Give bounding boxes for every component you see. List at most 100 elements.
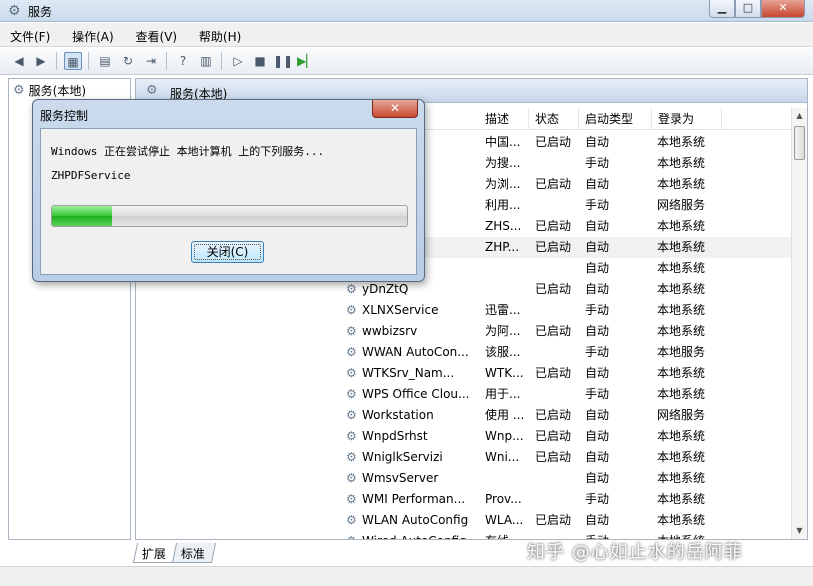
watermark: 知乎 @心如止水的岳阿菲 [527, 542, 743, 563]
column-header-logon-as[interactable]: 登录为 [652, 108, 722, 130]
cell-description: Wni... [485, 450, 520, 464]
cell-logon-as: 本地系统 [657, 177, 706, 191]
cell-status: 已启动 [535, 219, 572, 233]
cell-startup-type: 自动 [585, 429, 610, 443]
cell-name: WTKSrv_Nam... [362, 366, 455, 380]
service-gear-icon: ⚙ [346, 534, 357, 539]
toolbar-divider [166, 52, 167, 70]
cell-logon-as: 本地系统 [657, 282, 706, 296]
cell-description: 迅雷... [485, 303, 521, 317]
cell-startup-type: 自动 [585, 324, 610, 338]
cell-startup-type: 自动 [585, 450, 610, 464]
cell-startup-type: 手动 [585, 198, 610, 212]
table-row[interactable]: ⚙ WTKSrv_Nam... WTK... 已启动 自动 本地系统 [346, 363, 796, 384]
cell-startup-type: 自动 [585, 240, 610, 254]
window-title: 服务 [28, 5, 53, 19]
start-service-icon[interactable]: ▷ [229, 52, 247, 70]
cell-startup-type: 手动 [585, 387, 610, 401]
cell-status: 已启动 [535, 429, 572, 443]
service-gear-icon: ⚙ [346, 387, 357, 401]
table-row[interactable]: ⚙ wwbizsrv 为阿... 已启动 自动 本地系统 [346, 321, 796, 342]
column-header-startup-type[interactable]: 启动类型 [579, 108, 652, 130]
cell-description: 用于... [485, 387, 521, 401]
cell-description: 有线... [485, 531, 531, 539]
menu-action[interactable]: 操作(A) [62, 23, 122, 45]
maximize-button[interactable]: □ [735, 0, 761, 18]
table-row[interactable]: ⚙ WPS Office Clou... 用于... 手动 本地系统 [346, 384, 796, 405]
refresh-icon[interactable]: ↻ [119, 52, 137, 70]
cell-startup-type: 自动 [585, 135, 610, 149]
show-hide-action-pane-icon[interactable]: ▥ [197, 52, 215, 70]
table-row[interactable]: ⚙ Workstation 使用 ... 已启动 自动 网络服务 [346, 405, 796, 426]
help-icon[interactable]: ? [174, 52, 192, 70]
toolbar: ◀ ▶ ▦ ▤ ↻ ⇥ ? ▥ ▷ ■ ❚❚ ▶▏ [0, 48, 813, 75]
menu-bar: 文件(F) 操作(A) 查看(V) 帮助(H) [0, 23, 813, 47]
minimize-button[interactable]: ▁ [709, 0, 735, 18]
gear-icon: ⚙ [146, 83, 158, 98]
restart-service-icon[interactable]: ▶▏ [297, 52, 315, 70]
table-row[interactable]: ⚙ WnpdSrhst Wnp... 已启动 自动 本地系统 [346, 426, 796, 447]
cell-startup-type: 手动 [585, 303, 610, 317]
cell-startup-type: 手动 [585, 156, 610, 170]
properties-sheet-icon[interactable]: ▤ [96, 52, 114, 70]
tree-item-label: 服务(本地) [28, 84, 87, 98]
table-row[interactable]: ⚙ WmsvServer 自动 本地系统 [346, 468, 796, 489]
cell-description: ZHS... [485, 219, 522, 233]
cell-logon-as: 本地系统 [657, 219, 706, 233]
toolbar-divider [88, 52, 89, 70]
cell-description: Wnp... [485, 429, 524, 443]
cell-name: XLNXService [362, 303, 439, 317]
cell-startup-type: 手动 [585, 345, 610, 359]
cell-logon-as: 本地系统 [657, 156, 706, 170]
cell-description: 利用... [485, 198, 521, 212]
back-arrow-icon[interactable]: ◀ [10, 52, 28, 70]
cell-logon-as: 本地系统 [657, 324, 706, 338]
menu-file[interactable]: 文件(F) [0, 23, 58, 45]
column-header-status[interactable]: 状态 [529, 108, 579, 130]
close-window-button[interactable]: ✕ [761, 0, 805, 18]
vertical-scrollbar[interactable]: ▲ ▼ [791, 108, 807, 539]
dialog-close-c-button[interactable]: 关闭(C) [191, 241, 264, 263]
scroll-thumb[interactable] [794, 126, 805, 160]
table-row[interactable]: ⚙ yDnZtQ 已启动 自动 本地系统 [346, 279, 796, 300]
cell-startup-type: 自动 [585, 282, 610, 296]
service-gear-icon: ⚙ [346, 303, 357, 317]
menu-view[interactable]: 查看(V) [126, 23, 186, 45]
cell-description: 为阿... [485, 324, 521, 338]
view-tabs: 扩展 标准 [132, 543, 217, 565]
scroll-down-arrow-icon[interactable]: ▼ [792, 523, 807, 539]
cell-description: WTK... [485, 366, 524, 380]
export-list-icon[interactable]: ⇥ [142, 52, 160, 70]
forward-arrow-icon[interactable]: ▶ [32, 52, 50, 70]
cell-name: wwbizsrv [362, 324, 418, 338]
menu-help[interactable]: 帮助(H) [189, 23, 249, 45]
pause-service-icon[interactable]: ❚❚ [273, 52, 293, 70]
service-gear-icon: ⚙ [346, 366, 357, 380]
services-gear-icon: ⚙ [8, 3, 21, 19]
table-row[interactable]: ⚙ WLAN AutoConfig WLA... 已启动 自动 本地系统 [346, 510, 796, 531]
cell-status: 已启动 [535, 366, 572, 380]
cell-startup-type: 自动 [585, 219, 610, 233]
cell-description: 中国... [485, 135, 521, 149]
show-console-tree-icon[interactable]: ▦ [64, 52, 82, 70]
cell-status: 已启动 [535, 240, 572, 254]
tab-standard[interactable]: 标准 [171, 543, 217, 563]
cell-logon-as: 本地系统 [657, 261, 706, 275]
scroll-up-arrow-icon[interactable]: ▲ [792, 108, 807, 124]
tree-item-services-local[interactable]: ⚙ 服务(本地) [13, 82, 86, 99]
table-row[interactable]: ⚙ WMI Performan... Prov... 手动 本地系统 [346, 489, 796, 510]
service-gear-icon: ⚙ [346, 429, 357, 443]
stop-service-icon[interactable]: ■ [251, 52, 269, 70]
table-row[interactable]: ⚙ WniglkServizi Wni... 已启动 自动 本地系统 [346, 447, 796, 468]
service-gear-icon: ⚙ [346, 345, 357, 359]
column-header-description[interactable]: 描述 [479, 108, 529, 130]
table-row[interactable]: ⚙ XLNXService 迅雷... 手动 本地系统 [346, 300, 796, 321]
table-row[interactable]: ⚙ WWAN AutoCon... 该服... 手动 本地服务 [346, 342, 796, 363]
cell-logon-as: 本地系统 [657, 492, 706, 506]
gear-icon: ⚙ [13, 82, 25, 98]
dialog-close-button[interactable]: ✕ [372, 100, 418, 118]
cell-logon-as: 本地系统 [657, 303, 706, 317]
cell-logon-as: 本地系统 [657, 240, 706, 254]
cell-description: 该服... [485, 345, 521, 359]
tab-extended[interactable]: 扩展 [132, 543, 178, 563]
